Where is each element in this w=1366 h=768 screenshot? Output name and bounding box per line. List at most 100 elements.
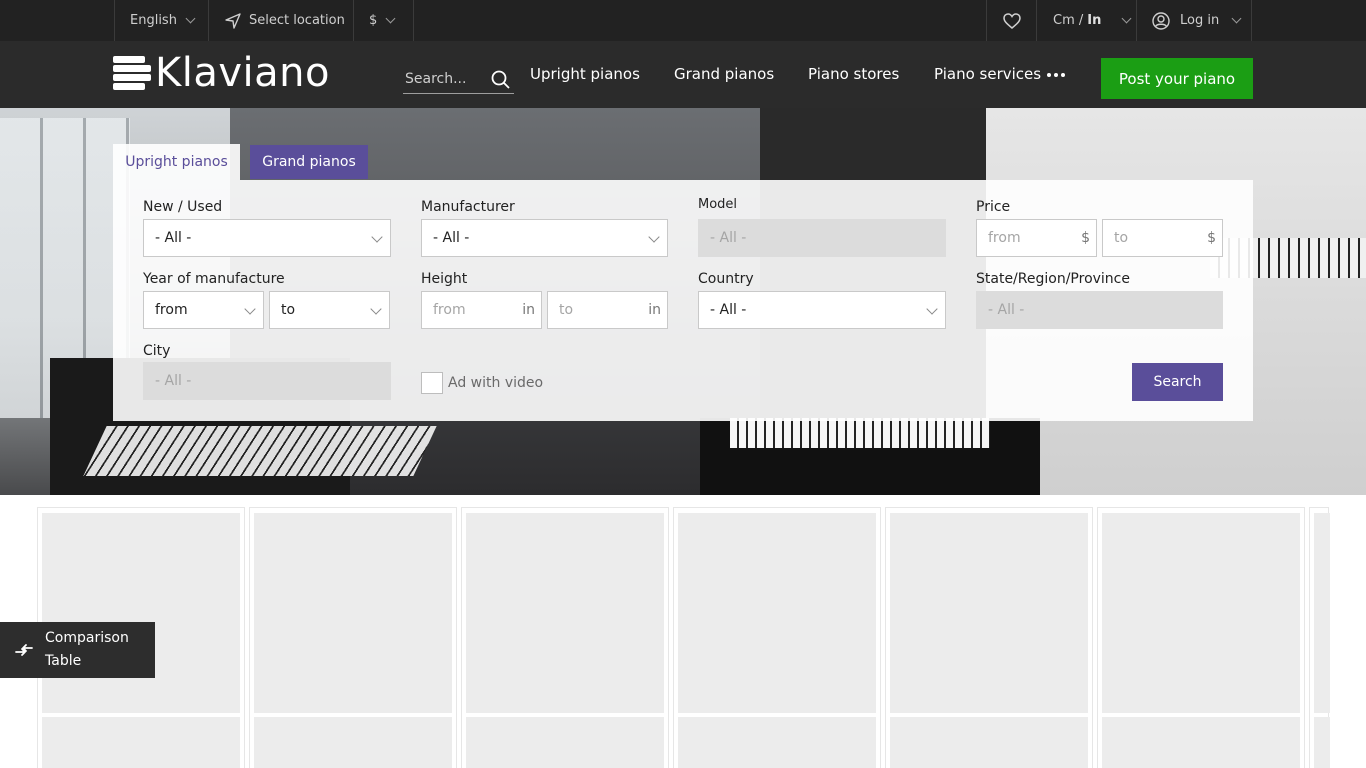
language-label: English: [130, 13, 177, 28]
card-text-placeholder: [42, 717, 240, 768]
model-value: - All -: [710, 230, 747, 246]
card-image-placeholder: [1102, 513, 1300, 713]
chevron-down-icon: [371, 231, 383, 243]
login-label: Log in: [1180, 13, 1220, 28]
unit-selector[interactable]: Cm / In: [1036, 0, 1137, 41]
height-from-unit: in: [522, 302, 535, 318]
card-image-placeholder: [678, 513, 876, 713]
logo-text: Klaviano: [155, 50, 330, 96]
model-label: Model: [698, 197, 738, 212]
site-logo[interactable]: Klaviano: [113, 50, 330, 96]
price-to-placeholder: to: [1114, 230, 1129, 246]
nav-piano-services-label: Piano services: [934, 65, 1042, 83]
city-select[interactable]: - All -: [143, 362, 391, 400]
height-from-input[interactable]: from in: [421, 291, 542, 329]
location-arrow-icon: [225, 12, 241, 29]
model-select[interactable]: - All -: [698, 219, 946, 257]
nav-grand-pianos[interactable]: Grand pianos: [674, 65, 774, 83]
card-image-placeholder: [254, 513, 452, 713]
new-used-select[interactable]: - All -: [143, 219, 391, 257]
state-select[interactable]: - All -: [976, 291, 1223, 329]
country-value: - All -: [710, 302, 747, 318]
price-to-input[interactable]: to $: [1102, 219, 1223, 257]
card-image-placeholder: [466, 513, 664, 713]
listing-card[interactable]: [673, 507, 881, 768]
post-your-piano-button[interactable]: Post your piano: [1101, 58, 1253, 99]
height-to-input[interactable]: to in: [547, 291, 668, 329]
chevron-down-icon: [185, 13, 196, 24]
new-used-label: New / Used: [143, 199, 223, 215]
chevron-down-icon: [648, 231, 660, 243]
state-value: - All -: [988, 302, 1025, 318]
location-selector[interactable]: Select location: [208, 0, 354, 41]
tab-grand-pianos[interactable]: Grand pianos: [250, 145, 368, 179]
nav-piano-stores[interactable]: Piano stores: [808, 65, 899, 83]
comparison-table-button[interactable]: Comparison Table: [0, 622, 155, 678]
card-text-placeholder: [1314, 717, 1330, 768]
state-label: State/Region/Province: [976, 271, 1130, 287]
card-text-placeholder: [254, 717, 452, 768]
currency-selector[interactable]: $: [353, 0, 414, 41]
listing-card[interactable]: [461, 507, 669, 768]
price-from-placeholder: from: [988, 230, 1021, 246]
price-from-unit: $: [1081, 230, 1090, 246]
favorites-button[interactable]: [986, 0, 1037, 41]
chevron-down-icon: [926, 303, 938, 315]
unit-cm-label: Cm /: [1053, 13, 1084, 28]
search-icon[interactable]: [491, 70, 510, 89]
chevron-down-icon: [385, 13, 396, 24]
height-label: Height: [421, 271, 468, 287]
chevron-down-icon: [370, 303, 382, 315]
manufacturer-label: Manufacturer: [421, 199, 515, 215]
year-from-select[interactable]: from: [143, 291, 264, 329]
card-text-placeholder: [466, 717, 664, 768]
card-image-placeholder: [890, 513, 1088, 713]
height-to-placeholder: to: [559, 302, 574, 318]
price-from-input[interactable]: from $: [976, 219, 1097, 257]
language-selector[interactable]: English: [114, 0, 209, 41]
nav-upright-pianos[interactable]: Upright pianos: [530, 65, 640, 83]
user-circle-icon: [1152, 11, 1170, 30]
site-search: [403, 64, 514, 94]
search-button[interactable]: Search: [1132, 363, 1223, 401]
logo-mark-icon: [113, 55, 151, 91]
height-to-unit: in: [648, 302, 661, 318]
card-text-placeholder: [890, 717, 1088, 768]
currency-label: $: [369, 13, 378, 28]
card-text-placeholder: [1102, 717, 1300, 768]
manufacturer-select[interactable]: - All -: [421, 219, 668, 257]
price-to-unit: $: [1207, 230, 1216, 246]
listing-card[interactable]: [885, 507, 1093, 768]
city-value: - All -: [155, 373, 192, 389]
year-to-value: to: [281, 302, 296, 318]
nav-piano-services[interactable]: Piano services: [934, 65, 1066, 83]
comparison-table-label: Comparison Table: [45, 630, 129, 669]
chevron-down-icon: [1121, 13, 1132, 24]
listing-card[interactable]: [1309, 507, 1330, 768]
ad-with-video-checkbox[interactable]: [421, 372, 443, 394]
city-label: City: [143, 343, 171, 359]
card-image-placeholder: [42, 513, 240, 713]
price-label: Price: [976, 199, 1011, 215]
year-to-select[interactable]: to: [269, 291, 390, 329]
country-select[interactable]: - All -: [698, 291, 946, 329]
listing-cards: [0, 495, 1366, 768]
main-header: Klaviano Upright pianos Grand pianos Pia…: [0, 41, 1366, 108]
tab-upright-pianos[interactable]: Upright pianos: [113, 144, 240, 180]
height-from-placeholder: from: [433, 302, 466, 318]
card-image-placeholder: [1314, 513, 1330, 713]
site-search-input[interactable]: [403, 70, 485, 87]
country-label: Country: [698, 271, 754, 287]
listing-card[interactable]: [249, 507, 457, 768]
card-text-placeholder: [678, 717, 876, 768]
year-label: Year of manufacture: [143, 271, 285, 287]
chevron-down-icon: [1231, 13, 1242, 24]
new-used-value: - All -: [155, 230, 192, 246]
chevron-down-icon: [244, 303, 256, 315]
location-label: Select location: [249, 13, 345, 28]
login-button[interactable]: Log in: [1136, 0, 1252, 41]
unit-in-label: In: [1087, 13, 1102, 28]
ad-with-video-label[interactable]: Ad with video: [448, 375, 543, 391]
listing-card[interactable]: [1097, 507, 1305, 768]
manufacturer-value: - All -: [433, 230, 470, 246]
